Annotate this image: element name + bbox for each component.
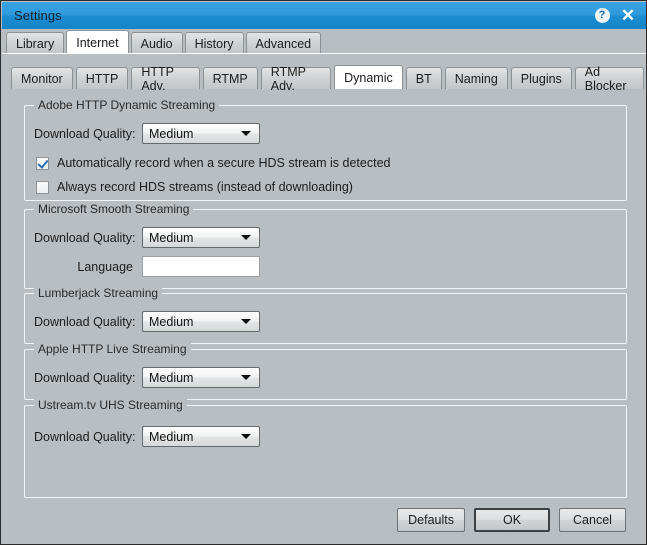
tab-advanced-label: Advanced (255, 36, 312, 51)
group-smooth-streaming: Microsoft Smooth Streaming Download Qual… (24, 202, 627, 289)
ustream-quality-value: Medium (149, 429, 194, 444)
close-button[interactable]: ✕ (620, 6, 636, 25)
subtab-http-adv-label: HTTP Adv. (141, 64, 174, 93)
group-adobe-hds: Adobe HTTP Dynamic Streaming Download Qu… (24, 98, 627, 201)
apple-quality-value: Medium (149, 370, 194, 385)
subtab-http[interactable]: HTTP (75, 67, 129, 89)
adobe-quality-value: Medium (149, 126, 194, 141)
tab-internet-label: Internet (76, 35, 119, 50)
tab-library[interactable]: Library (6, 32, 65, 54)
group-smooth-streaming-title: Microsoft Smooth Streaming (34, 202, 194, 216)
tab-library-label: Library (16, 36, 55, 51)
smooth-quality-value: Medium (149, 230, 194, 245)
smooth-language-row: Language (34, 256, 260, 277)
ok-button[interactable]: OK (474, 508, 550, 532)
chevron-down-icon (241, 375, 251, 380)
tab-audio-label: Audio (140, 36, 173, 51)
help-icon: ? (594, 8, 610, 23)
title-bar: Settings ? ✕ (2, 2, 646, 29)
help-button[interactable]: ? (594, 8, 610, 24)
tab-internet[interactable]: Internet (66, 30, 129, 54)
ustream-quality-row: Download Quality: Medium (34, 426, 260, 447)
adobe-always-record-checkbox-row[interactable]: Always record HDS streams (instead of do… (36, 180, 353, 194)
adobe-quality-dropdown[interactable]: Medium (142, 123, 260, 144)
lumberjack-quality-label: Download Quality: (34, 314, 136, 329)
adobe-auto-record-label: Automatically record when a secure HDS s… (57, 156, 391, 170)
group-ustream-uhs: Ustream.tv UHS Streaming Download Qualit… (24, 398, 627, 498)
smooth-quality-dropdown[interactable]: Medium (142, 227, 260, 248)
subtab-naming-label: Naming (454, 71, 498, 86)
group-apple-hls: Apple HTTP Live Streaming Download Quali… (24, 342, 627, 400)
group-apple-hls-title: Apple HTTP Live Streaming (34, 342, 191, 356)
apple-quality-dropdown[interactable]: Medium (142, 367, 260, 388)
subtab-naming[interactable]: Naming (444, 67, 508, 89)
chevron-down-icon (241, 235, 251, 240)
subtab-plugins-label: Plugins (520, 71, 562, 86)
lumberjack-quality-value: Medium (149, 314, 194, 329)
sub-tab-bar: Monitor HTTP HTTP Adv. RTMP RTMP Adv. Dy… (11, 65, 646, 93)
subtab-dynamic-label: Dynamic (344, 70, 393, 85)
chevron-down-icon (241, 319, 251, 324)
subtab-rtmp-adv[interactable]: RTMP Adv. (260, 65, 332, 93)
close-icon: ✕ (620, 6, 636, 25)
ustream-quality-dropdown[interactable]: Medium (142, 426, 260, 447)
apple-quality-label: Download Quality: (34, 370, 136, 385)
smooth-language-label: Language (77, 259, 133, 274)
subtab-plugins[interactable]: Plugins (510, 67, 572, 89)
apple-quality-row: Download Quality: Medium (34, 367, 260, 388)
subtab-dynamic[interactable]: Dynamic (334, 65, 403, 89)
dialog-buttons: Defaults OK Cancel (397, 508, 626, 532)
adobe-always-record-checkbox[interactable] (36, 180, 49, 194)
adobe-quality-label: Download Quality: (34, 126, 136, 141)
tab-advanced[interactable]: Advanced (245, 32, 322, 54)
title-bar-buttons: ? ✕ (594, 6, 636, 25)
adobe-always-record-label: Always record HDS streams (instead of do… (57, 180, 353, 194)
lumberjack-quality-row: Download Quality: Medium (34, 311, 260, 332)
defaults-button[interactable]: Defaults (397, 508, 465, 532)
settings-window: Settings ? ✕ Library Internet Audio Hist… (0, 0, 647, 545)
subtab-bt[interactable]: BT (405, 67, 442, 89)
group-ustream-uhs-title: Ustream.tv UHS Streaming (34, 398, 187, 412)
chevron-down-icon (241, 434, 251, 439)
adobe-auto-record-checkbox-row[interactable]: Automatically record when a secure HDS s… (36, 156, 390, 170)
tab-history[interactable]: History (184, 32, 244, 54)
subtab-ad-blocker-label: Ad Blocker (584, 64, 627, 93)
subtab-rtmp[interactable]: RTMP (202, 67, 258, 89)
smooth-quality-row: Download Quality: Medium (34, 227, 260, 248)
main-tab-bar: Library Internet Audio History Advanced (2, 29, 646, 54)
subtab-ad-blocker[interactable]: Ad Blocker (574, 65, 644, 93)
group-lumberjack-title: Lumberjack Streaming (34, 286, 163, 300)
smooth-language-input[interactable] (142, 256, 260, 277)
ustream-quality-label: Download Quality: (34, 429, 136, 444)
cancel-button[interactable]: Cancel (559, 508, 626, 532)
subtab-monitor[interactable]: Monitor (11, 67, 73, 89)
group-adobe-hds-title: Adobe HTTP Dynamic Streaming (34, 98, 220, 112)
lumberjack-quality-dropdown[interactable]: Medium (142, 311, 260, 332)
tab-history-label: History (194, 36, 234, 51)
smooth-quality-label: Download Quality: (34, 230, 136, 245)
subtab-monitor-label: Monitor (21, 71, 63, 86)
subtab-http-adv[interactable]: HTTP Adv. (131, 65, 200, 93)
internet-panel: Monitor HTTP HTTP Adv. RTMP RTMP Adv. Dy… (2, 53, 646, 544)
subtab-rtmp-label: RTMP (212, 71, 248, 86)
subtab-bt-label: BT (415, 71, 432, 86)
subtab-http-label: HTTP (85, 71, 119, 86)
chevron-down-icon (241, 131, 251, 136)
subtab-rtmp-adv-label: RTMP Adv. (270, 64, 306, 93)
window-title: Settings (14, 8, 62, 23)
adobe-quality-row: Download Quality: Medium (34, 123, 260, 144)
adobe-auto-record-checkbox[interactable] (36, 156, 49, 170)
group-lumberjack: Lumberjack Streaming Download Quality: M… (24, 286, 627, 344)
tab-audio[interactable]: Audio (130, 32, 183, 54)
